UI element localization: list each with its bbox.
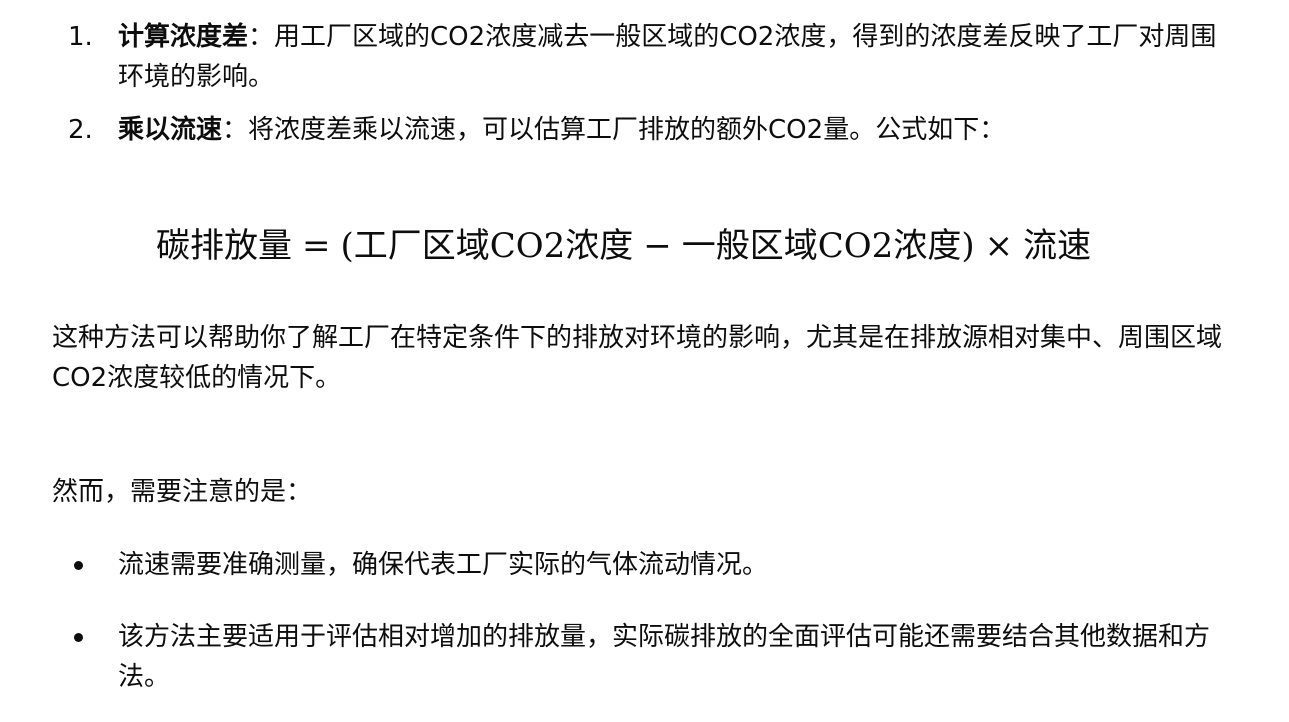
note-text: 该方法主要适用于评估相对增加的排放量，实际碳排放的全面评估可能还需要结合其他数据… — [118, 622, 1211, 692]
formula-close-paren: ) — [961, 226, 975, 266]
formula-rate: 流速 — [1023, 226, 1092, 266]
note-text: 流速需要准确测量，确保代表工厂实际的气体流动情况。 — [118, 550, 769, 580]
formula-general-term: 一般区域CO2浓度 — [681, 226, 962, 266]
step-number: 1. — [68, 22, 93, 52]
step-term: 乘以流速 — [118, 115, 223, 145]
bullet-dot-icon — [74, 561, 83, 570]
notes-list: 流速需要准确测量，确保代表工厂实际的气体流动情况。 该方法主要适用于评估相对增加… — [52, 545, 1242, 697]
formula-equals: = — [302, 226, 331, 266]
note-item: 该方法主要适用于评估相对增加的排放量，实际碳排放的全面评估可能还需要结合其他数据… — [52, 617, 1242, 697]
formula-open-paren: ( — [340, 226, 354, 266]
document-body: 1. 计算浓度差：用工厂区域的CO2浓度减去一般区域的CO2浓度，得到的浓度差反… — [52, 0, 1242, 692]
step-text: 用工厂区域的CO2浓度减去一般区域的CO2浓度，得到的浓度差反映了工厂对周围环境… — [118, 22, 1217, 92]
steps-list: 1. 计算浓度差：用工厂区域的CO2浓度减去一般区域的CO2浓度，得到的浓度差反… — [52, 17, 1242, 150]
conclusion-paragraph: 这种方法可以帮助你了解工厂在特定条件下的排放对环境的影响，尤其是在排放源相对集中… — [52, 323, 1223, 393]
formula-times: × — [984, 226, 1014, 266]
step-text: 将浓度差乘以流速，可以估算工厂排放的额外CO2量。公式如下： — [248, 115, 1006, 145]
step-number: 2. — [68, 115, 93, 145]
formula-minus: − — [643, 226, 672, 266]
note-item: 流速需要准确测量，确保代表工厂实际的气体流动情况。 — [52, 545, 1242, 585]
step-item: 1. 计算浓度差：用工厂区域的CO2浓度减去一般区域的CO2浓度，得到的浓度差反… — [52, 17, 1242, 97]
step-separator: ： — [248, 22, 275, 52]
step-term: 计算浓度差 — [118, 22, 249, 52]
step-separator: ： — [222, 115, 249, 145]
step-item: 2. 乘以流速：将浓度差乘以流速，可以估算工厂排放的额外CO2量。公式如下： — [52, 110, 1242, 150]
emission-formula: 碳排放量 = (工厂区域CO2浓度 − 一般区域CO2浓度) × 流速 — [156, 222, 1091, 270]
formula-lhs: 碳排放量 — [156, 226, 292, 266]
formula-factory-term: 工厂区域CO2浓度 — [353, 226, 634, 266]
caution-intro: 然而，需要注意的是： — [52, 477, 313, 507]
bullet-dot-icon — [74, 633, 83, 642]
